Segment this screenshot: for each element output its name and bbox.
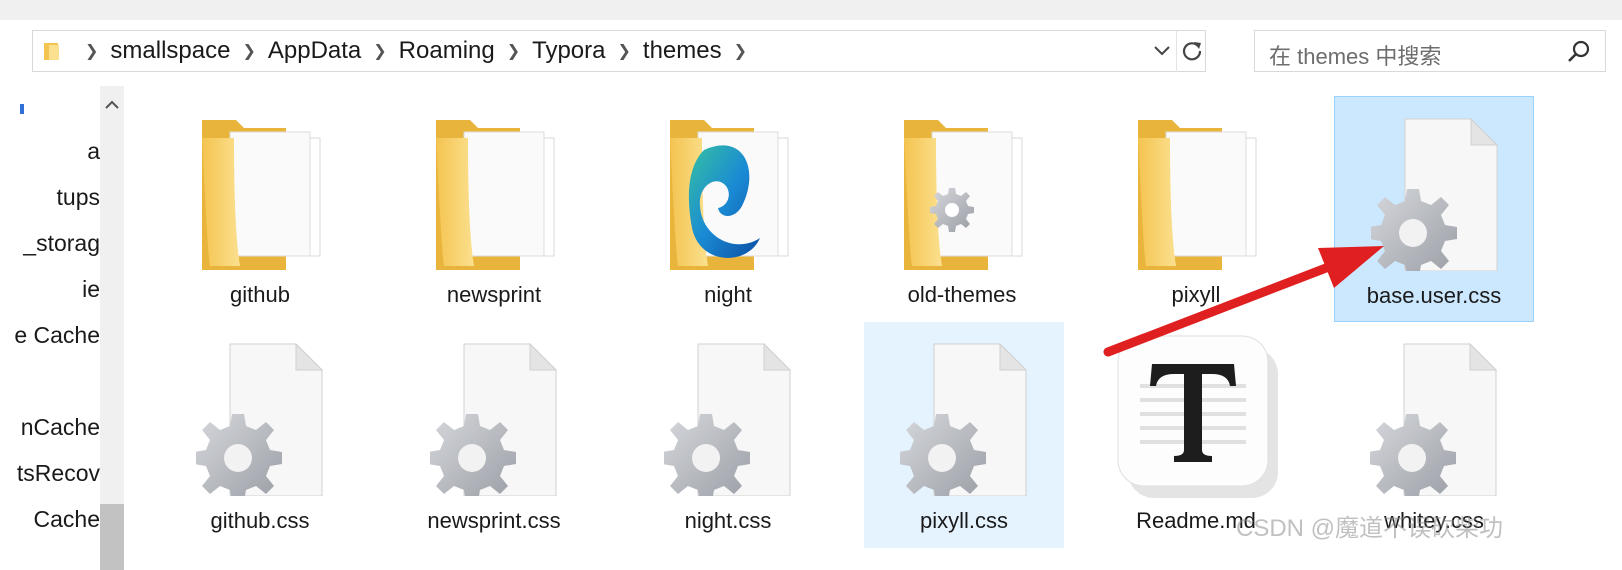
chevron-right-icon[interactable]: ❯ <box>507 41 520 61</box>
folder-item-old-themes[interactable]: old-themes <box>862 96 1062 322</box>
search-input[interactable]: 在 themes 中搜索 <box>1269 39 1441 71</box>
folder-icon <box>1138 120 1257 270</box>
address-bar[interactable]: ❯ smallspace ❯ AppData ❯ Roaming ❯ Typor… <box>32 30 1206 72</box>
file-name: pixyll.css <box>919 508 1008 533</box>
file-name: newsprint <box>446 282 542 307</box>
file-name: newsprint.css <box>427 508 561 533</box>
css-file-gear-icon <box>900 342 1028 496</box>
search-box[interactable]: 在 themes 中搜索 <box>1254 30 1606 72</box>
file-list: github newsprint night old-themes pixyll… <box>124 86 1622 570</box>
gear-icon <box>900 414 986 496</box>
nav-item[interactable]: tsRecov <box>0 460 100 487</box>
nav-item[interactable]: e Cache <box>0 322 100 349</box>
refresh-icon <box>1182 42 1201 61</box>
file-name: night.css <box>684 508 772 533</box>
folder-item-night[interactable]: night <box>628 96 828 322</box>
watermark: CSDN @魔道不误砍柴功 <box>1236 515 1504 542</box>
nav-item[interactable]: nCache <box>0 414 100 441</box>
chevron-right-icon[interactable]: ❯ <box>373 41 386 61</box>
folder-icon <box>436 120 555 270</box>
gear-icon <box>196 414 282 496</box>
typora-T-icon <box>1117 335 1278 498</box>
breadcrumb-item-roaming[interactable]: Roaming <box>399 37 495 65</box>
search-icon[interactable] <box>1567 40 1591 64</box>
scroll-up-button[interactable] <box>100 92 124 116</box>
chevron-up-icon <box>105 100 119 109</box>
folder-icon <box>670 120 789 270</box>
gear-icon <box>930 188 974 232</box>
css-file-gear-icon <box>1371 117 1499 271</box>
breadcrumb-item-typora[interactable]: Typora <box>532 37 605 65</box>
chevron-right-icon[interactable]: ❯ <box>734 41 747 61</box>
file-item-github-css[interactable]: github.css <box>160 322 360 548</box>
file-item-base-user-css[interactable]: base.user.css <box>1334 96 1534 322</box>
nav-scrollbar[interactable] <box>100 86 124 570</box>
breadcrumb-item-themes[interactable]: themes <box>643 37 722 65</box>
address-history-dropdown[interactable] <box>1148 30 1176 72</box>
folder-item-newsprint[interactable]: newsprint <box>394 96 594 322</box>
nav-item[interactable]: tups <box>0 184 100 211</box>
css-file-gear-icon <box>664 342 792 496</box>
file-name: pixyll <box>1171 282 1221 307</box>
css-file-gear-icon <box>1370 342 1498 496</box>
gear-icon <box>1371 189 1457 271</box>
nav-item[interactable]: Cache <box>0 506 100 533</box>
file-item-pixyll-css[interactable]: pixyll.css <box>864 322 1064 548</box>
folder-icon <box>44 43 59 60</box>
chevron-right-icon[interactable]: ❯ <box>242 41 255 61</box>
navigation-pane: a tups _storag ie e Cache nCache tsRecov… <box>0 86 100 570</box>
chevron-right-icon[interactable]: ❯ <box>618 41 631 61</box>
refresh-button[interactable] <box>1176 30 1206 72</box>
folder-item-pixyll[interactable]: pixyll <box>1096 96 1296 322</box>
window-top-strip <box>0 0 1622 20</box>
scroll-thumb[interactable] <box>100 504 124 570</box>
nav-selection-marker <box>20 104 24 114</box>
breadcrumb-item-appdata[interactable]: AppData <box>268 37 361 65</box>
css-file-gear-icon <box>196 342 324 496</box>
file-item-night-css[interactable]: night.css <box>628 322 828 548</box>
folder-icon <box>904 120 1023 270</box>
gear-icon <box>664 414 750 496</box>
nav-item[interactable]: _storag <box>0 230 100 257</box>
chevron-right-icon[interactable]: ❯ <box>85 41 98 61</box>
file-name: night <box>704 282 752 307</box>
breadcrumb: ❯ smallspace ❯ AppData ❯ Roaming ❯ Typor… <box>73 31 759 71</box>
gear-icon <box>430 414 516 496</box>
file-name: old-themes <box>907 282 1017 307</box>
nav-item[interactable]: a <box>0 138 100 165</box>
file-item-newsprint-css[interactable]: newsprint.css <box>394 322 594 548</box>
folder-icon <box>202 120 321 270</box>
file-name: base.user.css <box>1366 283 1502 308</box>
css-file-gear-icon <box>430 342 558 496</box>
breadcrumb-item-smallspace[interactable]: smallspace <box>110 37 230 65</box>
chevron-down-icon <box>1154 46 1170 56</box>
nav-item[interactable]: ie <box>0 276 100 303</box>
folder-item-github[interactable]: github <box>160 96 360 322</box>
file-name: github.css <box>210 508 310 533</box>
file-name: github <box>230 282 290 307</box>
gear-icon <box>1370 414 1456 496</box>
